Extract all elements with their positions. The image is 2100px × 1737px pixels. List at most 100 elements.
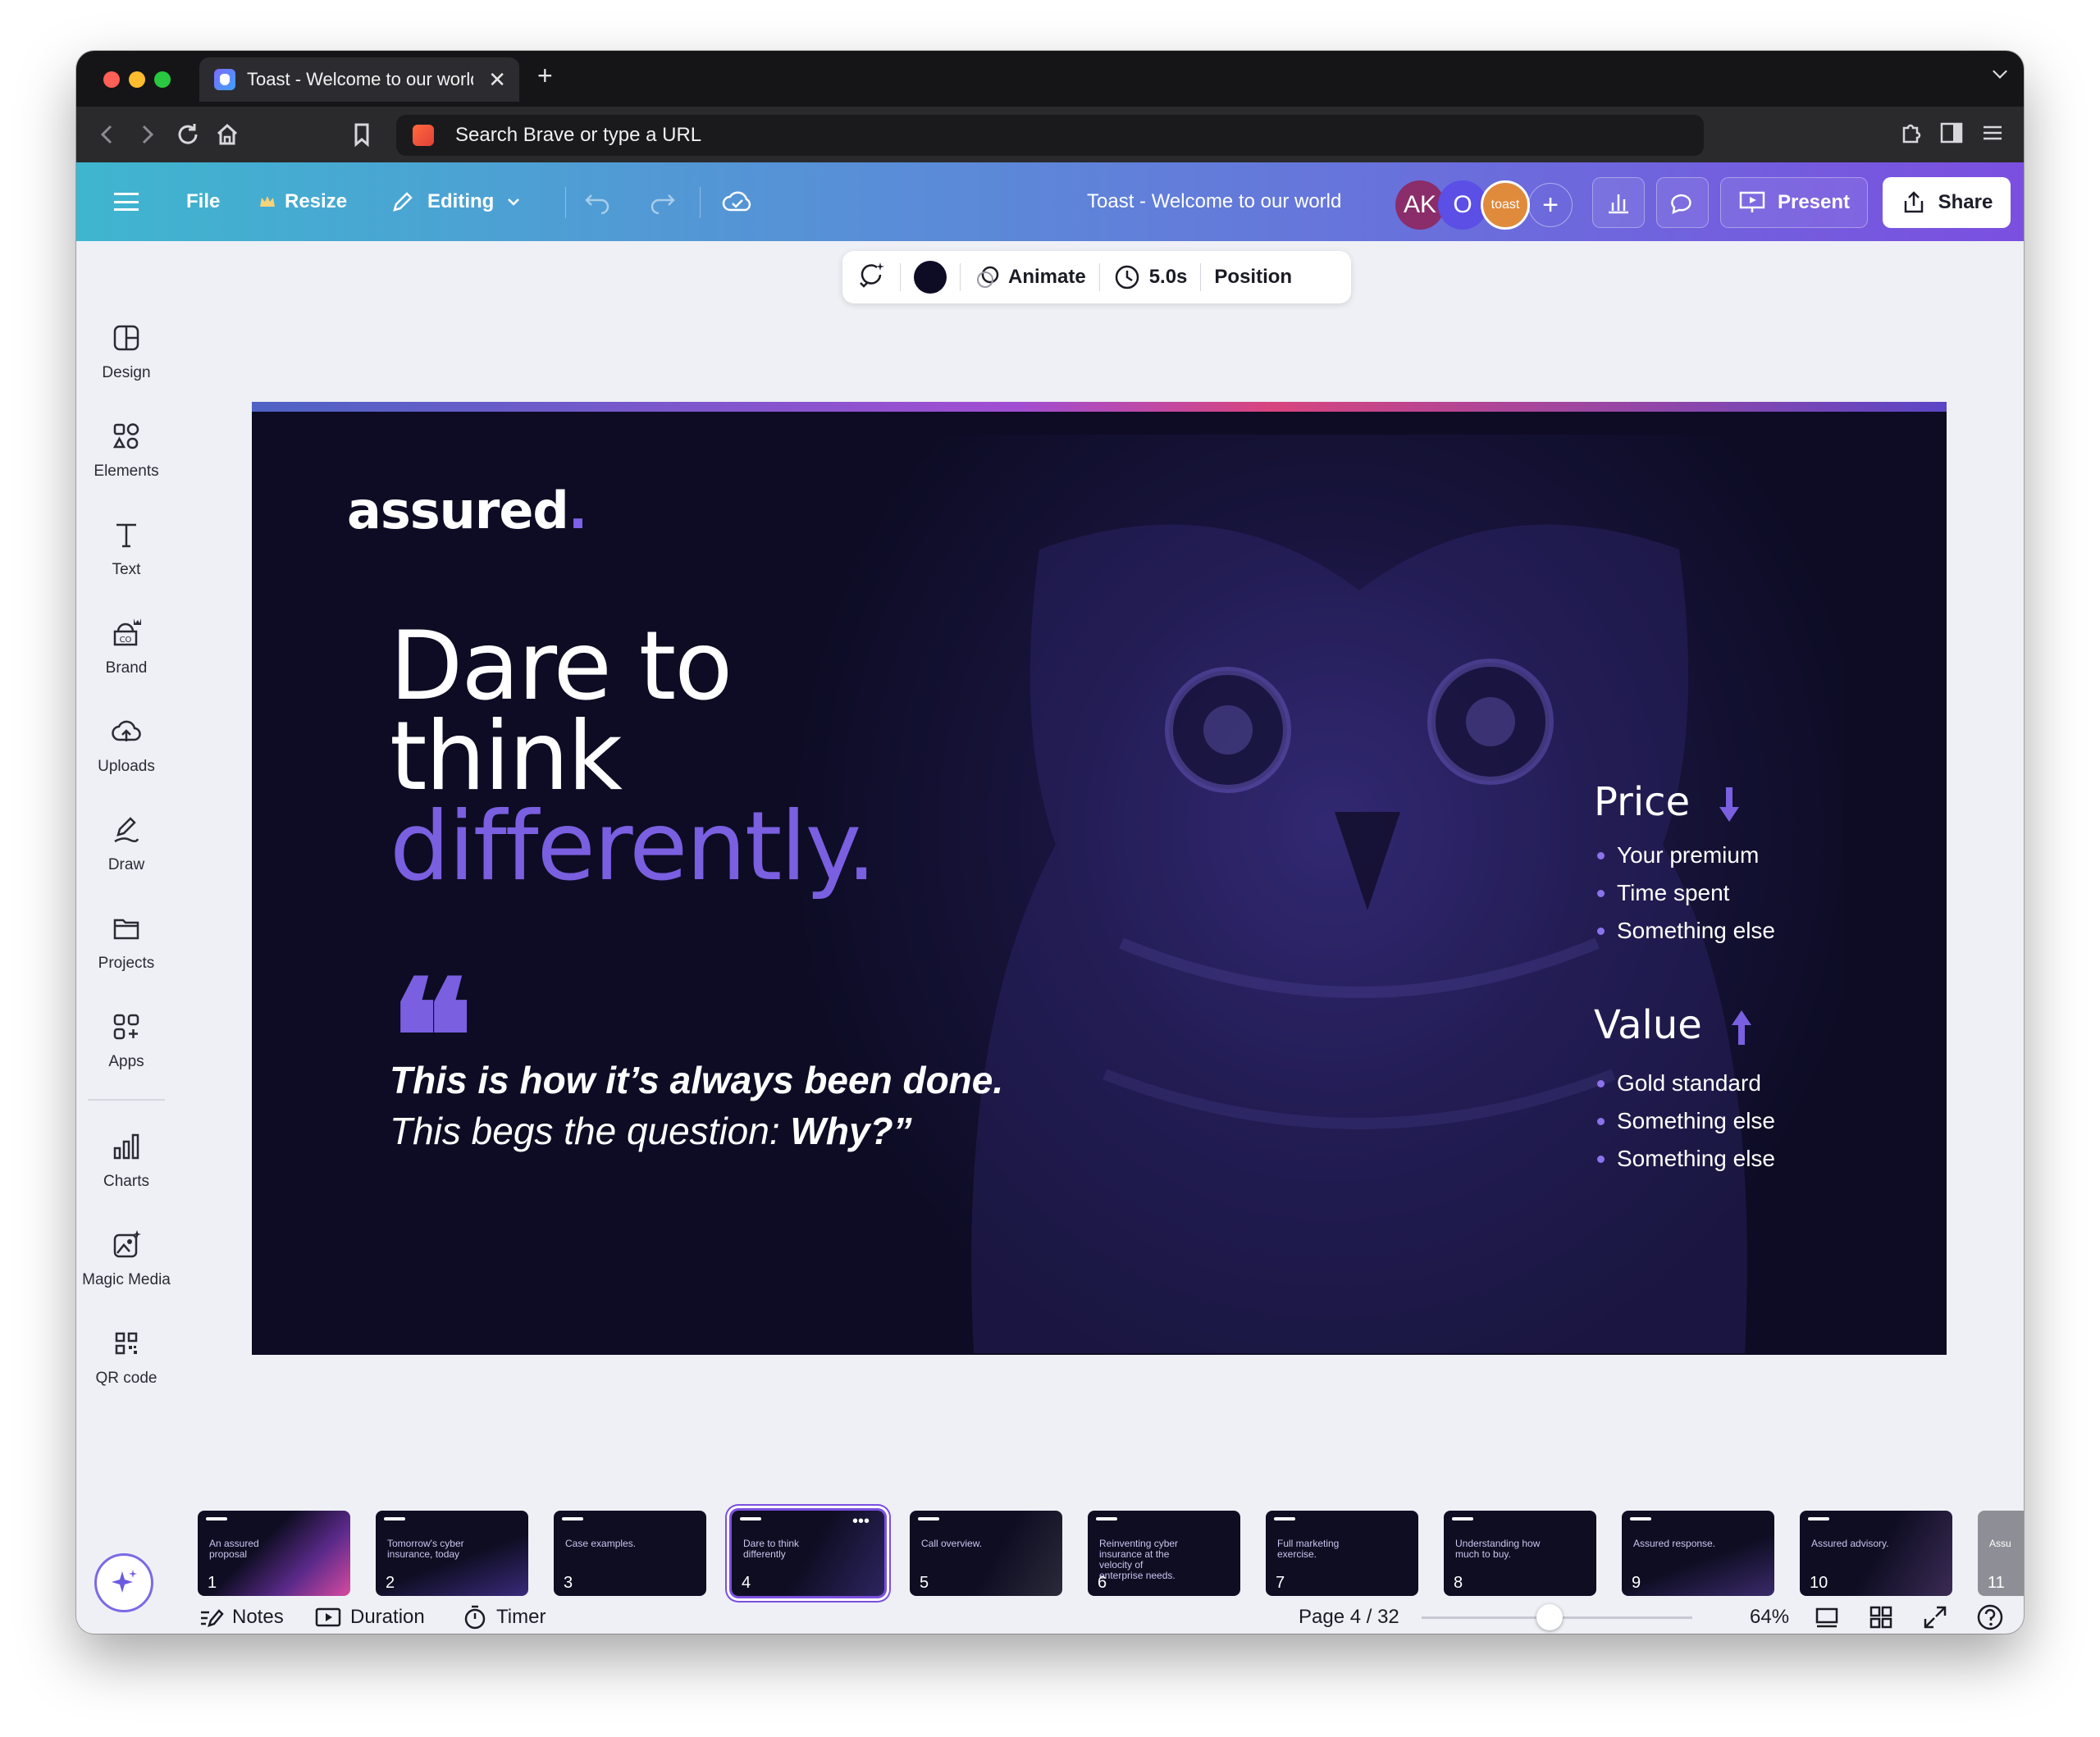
help-icon <box>1977 1604 2003 1630</box>
background-color-swatch[interactable] <box>914 261 947 294</box>
assured-logo[interactable]: assured. <box>347 481 587 540</box>
collaborator-avatar[interactable]: toast <box>1481 180 1530 230</box>
svg-text:CO: CO <box>120 636 132 645</box>
help-button[interactable] <box>1976 1601 2004 1634</box>
page-thumbnail[interactable]: Case examples. 3 <box>554 1511 706 1596</box>
cloud-upload-icon <box>112 720 141 741</box>
duration-button[interactable]: 5.0s <box>1113 263 1187 291</box>
page-indicator[interactable]: Page 4 / 32 <box>1299 1601 1399 1634</box>
rail-item-charts[interactable]: Charts <box>76 1130 176 1220</box>
close-window-button[interactable] <box>103 71 120 88</box>
page-thumbnail[interactable]: Understanding how much to buy. 8 <box>1444 1511 1596 1596</box>
notes-button[interactable]: Notes <box>198 1601 284 1634</box>
main-menu-button[interactable] <box>114 162 139 241</box>
rail-item-text[interactable]: Text <box>76 518 176 609</box>
address-bar[interactable]: Search Brave or type a URL <box>396 115 1704 156</box>
fullscreen-button[interactable] <box>1922 1601 1948 1634</box>
insights-button[interactable] <box>1592 177 1645 228</box>
arrow-up-icon <box>1732 1010 1752 1045</box>
pages-view-button[interactable] <box>1814 1601 1840 1634</box>
resize-button[interactable]: Resize <box>258 162 347 241</box>
zoom-slider-handle[interactable] <box>1536 1604 1563 1630</box>
value-heading[interactable]: Value <box>1594 1002 1752 1048</box>
grid-view-button[interactable] <box>1868 1601 1894 1634</box>
pencil-icon <box>393 192 413 212</box>
list-item: Something else <box>1594 912 1775 950</box>
brand-icon: CO <box>113 618 141 646</box>
extensions-puzzle-icon[interactable] <box>1897 120 1924 146</box>
forward-icon[interactable] <box>137 121 157 148</box>
thumb-label: Full marketing exercise. <box>1277 1538 1340 1560</box>
thumb-label: Understanding how much to buy. <box>1455 1538 1541 1560</box>
animate-button[interactable]: Animate <box>974 263 1086 291</box>
layout-icon <box>113 325 139 351</box>
file-menu[interactable]: File <box>186 162 220 241</box>
present-button[interactable]: Present <box>1720 177 1868 228</box>
value-list[interactable]: Gold standard Something else Something e… <box>1594 1065 1775 1178</box>
share-button[interactable]: Share <box>1883 177 2011 228</box>
redo-icon <box>651 194 675 215</box>
back-icon[interactable] <box>98 121 117 148</box>
thumb-label: Assured advisory. <box>1811 1538 1889 1549</box>
toolbar-separator <box>900 263 901 291</box>
home-icon[interactable] <box>214 121 240 148</box>
new-tab-button[interactable]: + <box>537 61 553 91</box>
duration-footer-button[interactable]: Duration <box>314 1601 425 1634</box>
zoom-window-button[interactable] <box>154 71 171 88</box>
collaborator-avatar[interactable]: AK <box>1395 180 1445 230</box>
page-thumbnail[interactable]: Call overview. 5 <box>910 1511 1062 1596</box>
quote-line-2[interactable]: This begs the question: Why?” <box>390 1109 912 1153</box>
slide-canvas[interactable]: assured. Dare to think differently. ❝ Th… <box>252 402 1947 1355</box>
minimize-window-button[interactable] <box>129 71 145 88</box>
rail-item-qr-code[interactable]: QR code <box>76 1327 176 1417</box>
save-status-button[interactable] <box>721 162 754 241</box>
collaborator-avatar[interactable]: O <box>1438 180 1487 230</box>
sidebar-toggle-icon[interactable] <box>1938 120 1965 146</box>
add-collaborator-button[interactable]: + <box>1528 183 1573 227</box>
rail-item-brand[interactable]: CO Brand <box>76 617 176 707</box>
page-thumbnail[interactable]: Assu 11 <box>1978 1511 2024 1596</box>
browser-window: Toast - Welcome to our world ✕ + Search … <box>76 51 2024 1634</box>
thumbnail-more-icon[interactable]: ••• <box>852 1512 870 1531</box>
rail-item-apps[interactable]: Apps <box>76 1010 176 1101</box>
position-button[interactable]: Position <box>1214 266 1292 289</box>
document-title[interactable]: Toast - Welcome to our world <box>1087 162 1341 241</box>
expand-icon <box>1924 1606 1947 1629</box>
timer-button[interactable]: Timer <box>462 1601 546 1634</box>
browser-tab[interactable]: Toast - Welcome to our world ✕ <box>199 57 519 102</box>
rail-item-design[interactable]: Design <box>76 321 176 412</box>
page-thumbnail-current[interactable]: Dare to think differently 4 ••• <box>732 1511 884 1596</box>
rail-item-elements[interactable]: Elements <box>76 420 176 510</box>
page-thumbnail[interactable]: Assured advisory. 10 <box>1800 1511 1952 1596</box>
page-thumbnail[interactable]: Reinventing cyber insurance at the veloc… <box>1088 1511 1240 1596</box>
chevron-down-icon <box>508 198 520 206</box>
thumb-number: 8 <box>1454 1574 1463 1592</box>
page-thumbnail[interactable]: Tomorrow's cyber insurance, today 2 <box>376 1511 528 1596</box>
bookmark-icon[interactable] <box>352 121 372 148</box>
zoom-percentage[interactable]: 64% <box>1750 1601 1789 1634</box>
rail-item-uploads[interactable]: Uploads <box>76 715 176 805</box>
editing-mode-dropdown[interactable]: Editing <box>390 162 522 241</box>
browser-menu-icon[interactable] <box>1979 120 2006 146</box>
price-list[interactable]: Your premium Time spent Something else <box>1594 837 1775 950</box>
comments-button[interactable] <box>1656 177 1709 228</box>
rail-item-magic-media[interactable]: Magic Media <box>76 1229 176 1319</box>
quote-line-1[interactable]: This is how it’s always been done. <box>390 1058 1003 1102</box>
animate-label: Animate <box>1008 266 1086 288</box>
notes-label: Notes <box>232 1606 284 1628</box>
rail-item-draw[interactable]: Draw <box>76 814 176 904</box>
tab-list-chevron-icon[interactable] <box>1993 64 2007 79</box>
price-heading[interactable]: Price <box>1594 779 1740 825</box>
page-thumbnail[interactable]: Full marketing exercise. 7 <box>1266 1511 1418 1596</box>
ai-edit-button[interactable] <box>857 260 887 295</box>
page-thumbnail[interactable]: Assured response. 9 <box>1622 1511 1774 1596</box>
reload-icon[interactable] <box>175 121 201 148</box>
undo-button[interactable] <box>583 162 613 241</box>
rail-item-projects[interactable]: Projects <box>76 912 176 1002</box>
page-thumbnail[interactable]: An assured proposal 1 <box>198 1511 350 1596</box>
redo-button[interactable] <box>647 162 677 241</box>
tab-close-icon[interactable]: ✕ <box>488 67 506 93</box>
slide-headline[interactable]: Dare to think differently. <box>390 619 877 895</box>
magic-refresh-icon <box>860 262 884 288</box>
brave-shield-icon[interactable] <box>413 125 434 146</box>
